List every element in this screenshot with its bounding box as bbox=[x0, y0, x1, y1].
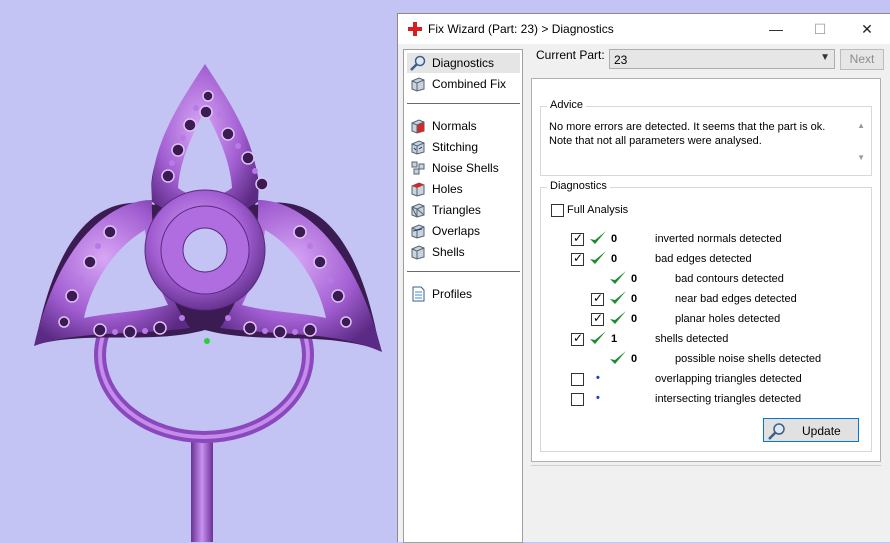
magnifier-icon bbox=[768, 423, 785, 440]
nav-divider bbox=[407, 103, 520, 104]
chevron-down-icon: ▼ bbox=[820, 52, 830, 63]
diagnostic-checkbox[interactable] bbox=[571, 373, 584, 386]
pending-dot-icon: • bbox=[596, 372, 600, 384]
nav-item-diagnostics[interactable]: Diagnostics bbox=[407, 53, 520, 73]
advice-text: No more errors are detected. It seems th… bbox=[549, 121, 826, 147]
fix-wizard-dialog: Fix Wizard (Part: 23) > Diagnostics — ☐ … bbox=[397, 13, 890, 543]
update-button[interactable]: Update bbox=[763, 418, 859, 442]
nav-item-label: Noise Shells bbox=[432, 161, 499, 175]
stitching-cube-icon bbox=[411, 140, 425, 155]
holes-cube-icon bbox=[411, 182, 425, 197]
nav-item-normals[interactable]: Normals bbox=[407, 116, 520, 136]
green-check-icon bbox=[590, 251, 606, 264]
nav-item-label: Triangles bbox=[432, 203, 481, 217]
diagnostic-checkbox[interactable] bbox=[571, 251, 584, 266]
nav-item-stitching[interactable]: Stitching bbox=[407, 137, 520, 157]
diagnostic-checkbox[interactable] bbox=[571, 231, 584, 246]
diagnostic-label: planar holes detected bbox=[675, 313, 781, 325]
title-bar[interactable]: Fix Wizard (Part: 23) > Diagnostics — ☐ … bbox=[398, 14, 890, 44]
diagnostic-label: inverted normals detected bbox=[655, 233, 782, 245]
ring-model-render bbox=[34, 64, 382, 542]
diagnostic-label: overlapping triangles detected bbox=[655, 373, 802, 385]
red-cross-app-icon bbox=[408, 22, 422, 36]
nav-item-label: Profiles bbox=[432, 287, 473, 301]
nav-item-holes[interactable]: Holes bbox=[407, 179, 520, 199]
diagnostic-label: bad contours detected bbox=[675, 273, 784, 285]
nav-item-label: Overlaps bbox=[432, 224, 481, 238]
nav-item-noise-shells[interactable]: Noise Shells bbox=[407, 158, 520, 178]
current-part-value: 23 bbox=[614, 53, 628, 67]
next-button[interactable]: Next bbox=[840, 49, 884, 70]
current-part-select[interactable]: 23 ▼ bbox=[609, 49, 835, 69]
nav-item-label: Diagnostics bbox=[432, 56, 495, 70]
pivot-point-marker bbox=[204, 338, 210, 344]
diagnostic-checkbox[interactable] bbox=[591, 291, 604, 306]
triangles-cube-icon bbox=[411, 203, 425, 218]
scroll-up-icon[interactable]: ▲ bbox=[857, 121, 865, 130]
diagnostic-label: bad edges detected bbox=[655, 253, 752, 265]
diagnostics-group: Diagnostics Full Analysis 0 inverted nor… bbox=[540, 180, 872, 452]
nav-item-overlaps[interactable]: Overlaps bbox=[407, 221, 520, 241]
minimize-button[interactable]: — bbox=[762, 18, 790, 40]
nav-item-label: Holes bbox=[432, 182, 463, 196]
shells-cube-icon bbox=[411, 245, 425, 260]
diagnostics-panel: Advice No more errors are detected. It s… bbox=[531, 78, 881, 462]
nav-item-label: Shells bbox=[432, 245, 465, 259]
close-button[interactable]: ✕ bbox=[853, 18, 881, 40]
green-check-icon bbox=[610, 311, 626, 324]
green-check-icon bbox=[610, 271, 626, 284]
nav-item-shells[interactable]: Shells bbox=[407, 242, 520, 262]
diagnostic-checkbox[interactable] bbox=[571, 393, 584, 406]
diagnostic-count: 0 bbox=[631, 313, 638, 325]
maximize-button[interactable]: ☐ bbox=[806, 18, 834, 40]
nav-item-combined-fix[interactable]: Combined Fix bbox=[407, 74, 520, 94]
nav-item-label: Stitching bbox=[432, 140, 479, 154]
diagnostic-count: 0 bbox=[611, 233, 618, 245]
window-title: Fix Wizard (Part: 23) > Diagnostics bbox=[428, 22, 614, 36]
overlaps-cube-icon bbox=[411, 224, 425, 239]
diagnostic-count: 0 bbox=[631, 353, 638, 365]
green-check-icon bbox=[610, 351, 626, 364]
scroll-down-icon[interactable]: ▼ bbox=[857, 153, 865, 162]
diagnostic-count: 1 bbox=[611, 333, 618, 345]
pending-dot-icon: • bbox=[596, 392, 600, 404]
diagnostic-count: 0 bbox=[631, 273, 638, 285]
normals-cube-icon bbox=[411, 119, 425, 134]
advice-group-title: Advice bbox=[547, 99, 587, 111]
magnifier-icon bbox=[410, 55, 426, 71]
full-analysis-checkbox[interactable] bbox=[551, 204, 564, 217]
diagnostic-checkbox[interactable] bbox=[591, 311, 604, 326]
diagnostic-checkbox[interactable] bbox=[571, 331, 584, 346]
green-check-icon bbox=[590, 331, 606, 344]
update-button-label: Update bbox=[802, 424, 841, 438]
nav-item-label: Combined Fix bbox=[432, 77, 507, 91]
cube-icon bbox=[411, 77, 425, 92]
diagnostic-label: intersecting triangles detected bbox=[655, 393, 802, 405]
nav-item-label: Normals bbox=[432, 119, 477, 133]
3d-viewport[interactable] bbox=[0, 0, 398, 542]
green-check-icon bbox=[590, 231, 606, 244]
diagnostics-group-title: Diagnostics bbox=[547, 180, 610, 192]
document-icon bbox=[412, 286, 425, 302]
advice-group: Advice No more errors are detected. It s… bbox=[540, 99, 872, 176]
panel-divider bbox=[531, 465, 881, 466]
diagnostic-label: shells detected bbox=[655, 333, 729, 345]
nav-item-profiles[interactable]: Profiles bbox=[407, 284, 520, 304]
diagnostic-label: possible noise shells detected bbox=[675, 353, 822, 365]
diagnostic-label: near bad edges detected bbox=[675, 293, 797, 305]
diagnostic-count: 0 bbox=[631, 293, 638, 305]
full-analysis-label: Full Analysis bbox=[567, 204, 629, 216]
nav-divider bbox=[407, 271, 520, 272]
diagnostic-count: 0 bbox=[611, 253, 618, 265]
current-part-label: Current Part: bbox=[536, 48, 605, 62]
wizard-nav-panel: Diagnostics Combined Fix Normals Stitchi… bbox=[403, 49, 523, 543]
noise-shells-icon bbox=[411, 161, 425, 175]
nav-item-triangles[interactable]: Triangles bbox=[407, 200, 520, 220]
green-check-icon bbox=[610, 291, 626, 304]
